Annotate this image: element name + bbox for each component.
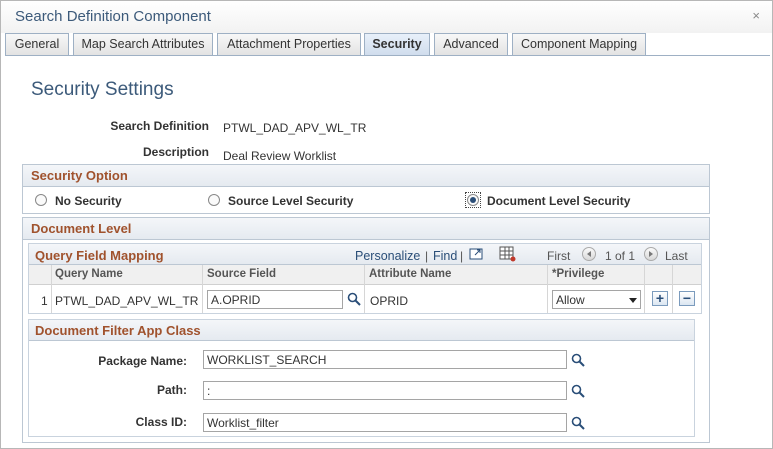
privilege-select-value: Allow <box>556 293 585 307</box>
search-definition-label: Search Definition <box>110 119 209 133</box>
path-lookup-icon[interactable] <box>571 384 585 398</box>
security-option-group: Security Option No Security Source Level… <box>22 164 710 214</box>
attribute-name-cell: OPRID <box>370 294 409 308</box>
description-value: Deal Review Worklist <box>223 149 337 163</box>
document-level-title: Document Level <box>31 221 132 236</box>
grid-divider <box>547 265 548 313</box>
view-all-icon[interactable] <box>469 247 484 261</box>
col-attribute-name: Attribute Name <box>369 268 452 280</box>
no-security-radio[interactable] <box>35 194 47 206</box>
source-field-input[interactable] <box>207 290 343 309</box>
no-security-label: No Security <box>55 194 122 208</box>
minus-icon: − <box>682 290 692 306</box>
last-label: Last <box>665 249 688 263</box>
document-level-security-label: Document Level Security <box>487 194 631 208</box>
previous-icon[interactable] <box>582 247 596 261</box>
grid-divider <box>364 265 365 313</box>
source-level-security-radio[interactable] <box>208 194 220 206</box>
chevron-down-icon <box>629 298 637 303</box>
page-title: Security Settings <box>31 79 174 100</box>
path-label: Path: <box>157 383 187 397</box>
next-icon[interactable] <box>644 247 658 261</box>
window-title: Search Definition Component <box>15 8 211 25</box>
path-input[interactable] <box>203 381 567 400</box>
package-name-label: Package Name: <box>98 354 187 368</box>
grid-divider <box>644 265 645 313</box>
tab-attachment-properties[interactable]: Attachment Properties <box>217 33 361 55</box>
class-id-input[interactable] <box>203 413 567 432</box>
security-option-title: Security Option <box>31 168 128 183</box>
tab-bar: General Map Search Attributes Attachment… <box>5 33 770 56</box>
find-link[interactable]: Find <box>433 249 457 263</box>
grid-divider <box>51 265 52 313</box>
grid-title: Query Field Mapping <box>35 248 164 263</box>
first-label: First <box>547 249 571 263</box>
privilege-select[interactable]: Allow <box>552 290 641 309</box>
tab-underline <box>5 55 770 56</box>
grid-column-header-row: Query Name Source Field Attribute Name *… <box>29 265 701 285</box>
col-source-field: Source Field <box>207 268 277 280</box>
tab-advanced[interactable]: Advanced <box>434 33 508 55</box>
search-definition-value: PTWL_DAD_APV_WL_TR <box>223 121 367 135</box>
source-field-lookup-icon[interactable] <box>347 292 361 306</box>
grid-divider <box>672 265 673 313</box>
class-id-label: Class ID: <box>135 415 187 429</box>
personalize-link[interactable]: Personalize <box>355 249 420 263</box>
document-level-security-radio[interactable] <box>467 194 479 206</box>
title-bar: Search Definition Component × <box>1 1 772 33</box>
grid-header: Query Field Mapping Personalize | Find | <box>29 244 701 265</box>
source-level-security-label: Source Level Security <box>228 194 354 208</box>
col-privilege: *Privilege <box>552 268 605 280</box>
document-filter-app-class-group: Document Filter App Class Package Name: … <box>28 319 695 437</box>
description-label: Description <box>142 145 209 159</box>
tab-map-search-attributes[interactable]: Map Search Attributes <box>73 33 213 55</box>
tab-security[interactable]: Security <box>364 33 430 56</box>
query-field-mapping-grid: Query Field Mapping Personalize | Find | <box>28 243 702 314</box>
grid-separator-2: | <box>460 249 464 263</box>
plus-icon: + <box>655 290 665 306</box>
col-query-name: Query Name <box>55 268 123 280</box>
query-name-cell: PTWL_DAD_APV_WL_TR <box>55 294 199 308</box>
grid-separator: | <box>425 249 429 263</box>
add-row-button[interactable]: + <box>652 291 668 306</box>
download-grid-icon[interactable] <box>499 246 516 262</box>
delete-row-button[interactable]: − <box>679 291 695 306</box>
filter-app-class-header: Document Filter App Class <box>29 320 694 341</box>
document-level-header: Document Level <box>23 218 709 240</box>
class-id-lookup-icon[interactable] <box>571 416 585 430</box>
grid-divider <box>202 265 203 313</box>
row-number: 1 <box>41 294 48 308</box>
document-level-group: Document Level Query Field Mapping Perso… <box>22 217 710 443</box>
security-option-header: Security Option <box>23 165 709 187</box>
close-icon[interactable]: × <box>752 8 760 23</box>
tab-general[interactable]: General <box>5 33 69 55</box>
package-name-input[interactable] <box>203 350 567 369</box>
tab-component-mapping[interactable]: Component Mapping <box>512 33 646 55</box>
row-range: 1 of 1 <box>605 249 636 263</box>
filter-app-class-title: Document Filter App Class <box>35 323 201 338</box>
search-definition-window: Search Definition Component × General Ma… <box>0 0 773 449</box>
package-name-lookup-icon[interactable] <box>571 353 585 367</box>
